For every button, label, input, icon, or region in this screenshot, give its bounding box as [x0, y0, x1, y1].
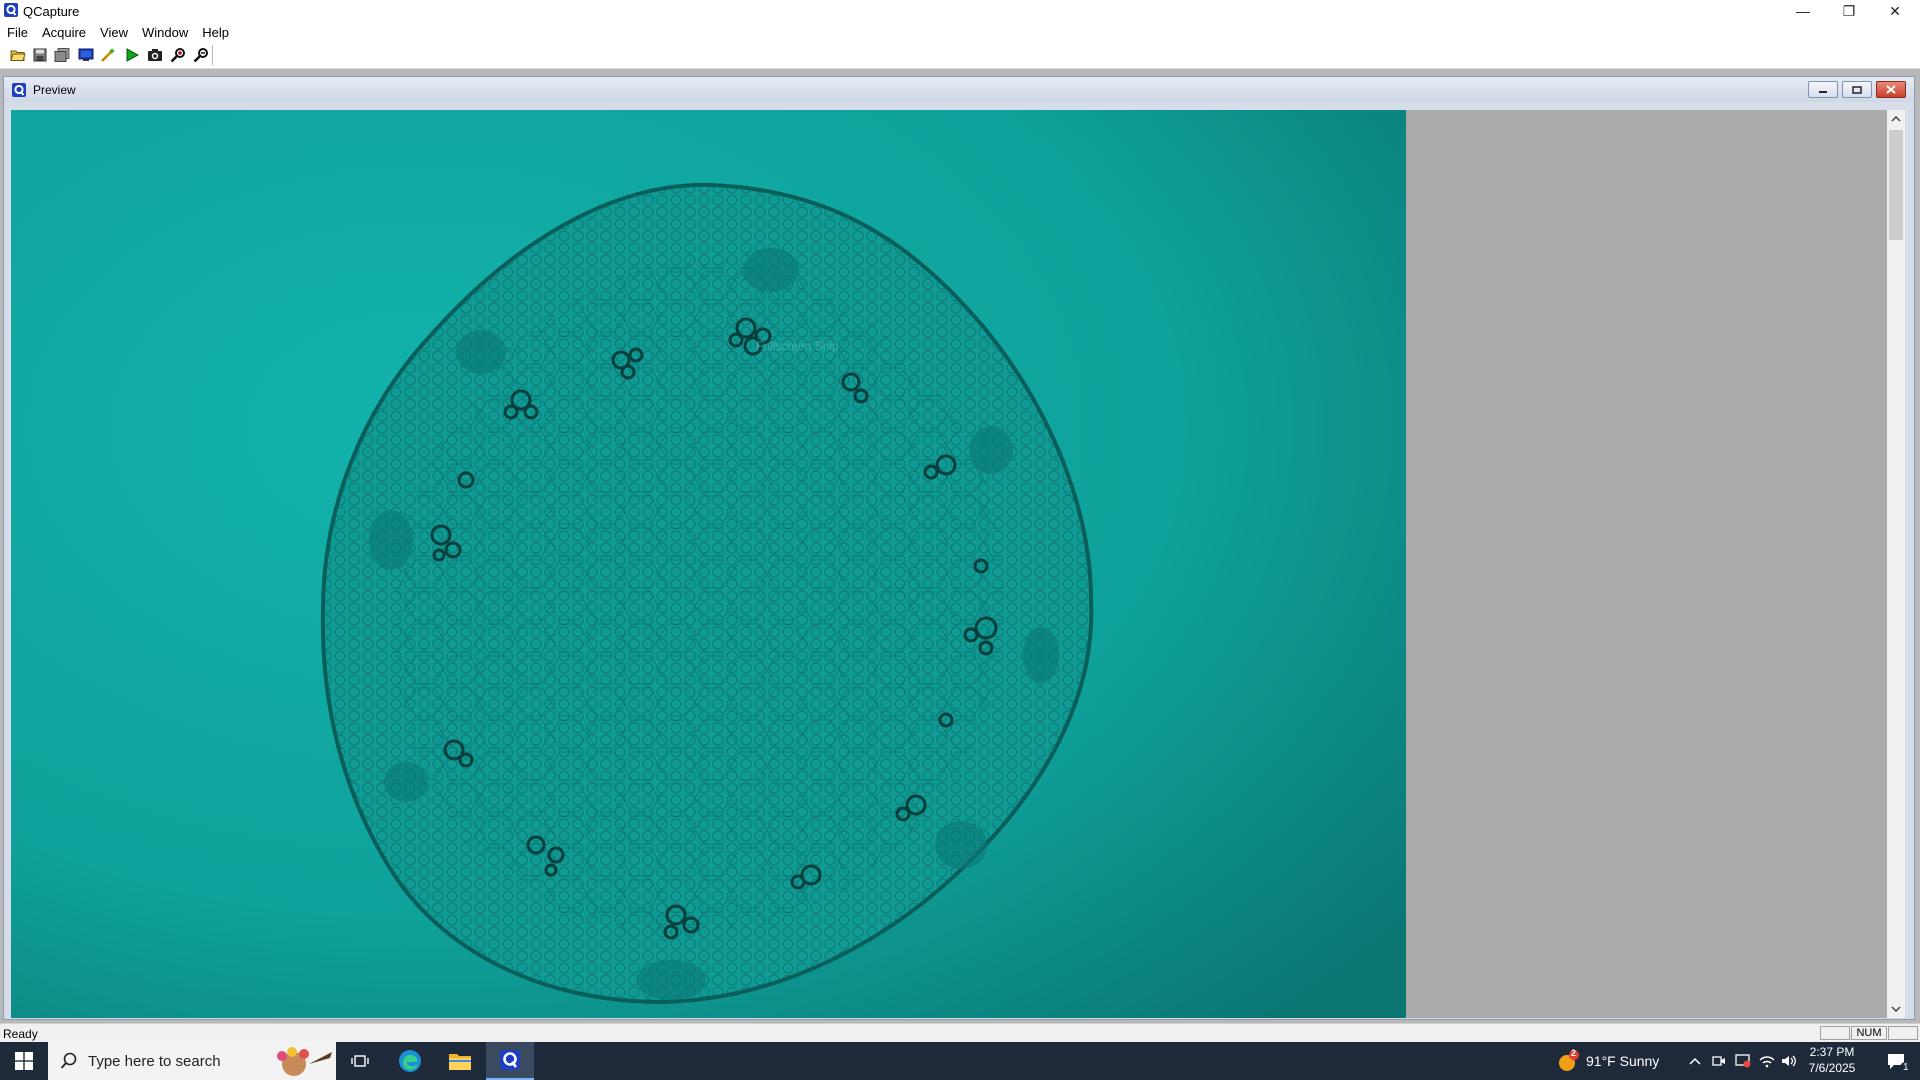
task-view-button[interactable]: [336, 1042, 384, 1080]
taskbar-file-explorer[interactable]: [436, 1042, 484, 1080]
task-view-icon: [351, 1055, 369, 1067]
open-folder-icon: [9, 50, 26, 61]
taskbar-clock[interactable]: 2:37 PM 7/6/2025: [1800, 1044, 1864, 1076]
open-button[interactable]: [8, 46, 27, 64]
preview-title: Preview: [33, 83, 76, 97]
wand-icon: [100, 48, 115, 62]
snapshot-button[interactable]: [145, 46, 164, 64]
windows-logo-icon: [15, 1052, 33, 1070]
search-highlight-art-icon: [264, 1044, 334, 1078]
close-button[interactable]: ✕: [1872, 0, 1918, 22]
menu-file[interactable]: File: [0, 22, 35, 42]
zoom-out-button[interactable]: [191, 46, 210, 64]
menu-acquire[interactable]: Acquire: [35, 22, 93, 42]
camera-icon: [147, 49, 162, 61]
menu-help[interactable]: Help: [195, 22, 236, 42]
save-all-button[interactable]: [52, 46, 71, 64]
preview-maximize-button[interactable]: [1842, 81, 1872, 98]
preview-canvas[interactable]: Fullscreen Snip: [11, 110, 1894, 1018]
wifi-icon: [1759, 1056, 1775, 1068]
search-placeholder: Type here to search: [88, 1053, 221, 1070]
scroll-thumb[interactable]: [1889, 130, 1903, 240]
chevron-up-icon: [1891, 116, 1901, 122]
taskbar-search-box[interactable]: Type here to search: [48, 1042, 336, 1080]
tray-volume[interactable]: [1778, 1042, 1800, 1080]
title-bar: QCapture — ❐ ✕: [0, 0, 1920, 22]
auto-expose-button[interactable]: [98, 46, 117, 64]
taskbar-edge[interactable]: [386, 1042, 434, 1080]
weather-widget[interactable]: 2 91°F Sunny: [1556, 1042, 1659, 1080]
zoom-in-button[interactable]: [168, 46, 187, 64]
minimize-icon: [1819, 90, 1827, 93]
save-button[interactable]: [30, 46, 49, 64]
display-button[interactable]: [76, 46, 95, 64]
speaker-icon: [1782, 1055, 1796, 1067]
zoom-in-icon: [170, 48, 185, 63]
status-pane-1: [1820, 1026, 1850, 1040]
qcapture-doc-icon: [12, 83, 26, 97]
save-multiple-icon: [54, 48, 69, 62]
preview-close-button[interactable]: [1876, 81, 1906, 98]
menu-view[interactable]: View: [93, 22, 135, 42]
microscope-image: Fullscreen Snip: [11, 110, 1406, 1018]
preview-minimize-button[interactable]: [1808, 81, 1838, 98]
toolbar: [0, 42, 1920, 69]
status-bar: Ready NUM: [0, 1023, 1920, 1043]
sun-icon: [1559, 1050, 1579, 1071]
fullscreen-snip-overlay: Fullscreen Snip: [756, 339, 839, 353]
tray-network[interactable]: [1756, 1042, 1778, 1080]
camera-tray-icon: [1712, 1056, 1725, 1066]
start-button[interactable]: [0, 1042, 48, 1080]
edge-browser-icon: [399, 1050, 421, 1072]
play-icon: [126, 48, 139, 62]
chevron-down-icon: [1891, 1006, 1901, 1012]
restore-button[interactable]: ❐: [1826, 0, 1872, 22]
shield-alert-icon: [1735, 1054, 1751, 1068]
live-preview-button[interactable]: [122, 46, 141, 64]
tray-overflow-button[interactable]: [1684, 1042, 1706, 1080]
scroll-down-arrow[interactable]: [1887, 1000, 1905, 1018]
minimize-button[interactable]: —: [1780, 0, 1826, 22]
taskbar: Type here to search 2 91°F Sunny 2:37 PM…: [0, 1042, 1920, 1080]
preview-window: Preview Fullscreen Snip: [3, 76, 1915, 1020]
folder-icon: [449, 1054, 471, 1070]
monitor-icon: [78, 48, 93, 61]
preview-title-bar[interactable]: Preview: [4, 77, 1914, 102]
chevron-up-icon: [1689, 1057, 1701, 1065]
status-pane-num: NUM: [1851, 1026, 1887, 1040]
menu-window[interactable]: Window: [135, 22, 195, 42]
vertical-scrollbar[interactable]: [1887, 110, 1905, 1018]
search-icon: [60, 1052, 77, 1069]
tray-meet-now[interactable]: [1708, 1042, 1730, 1080]
toolbar-separator: [212, 45, 213, 65]
window-title: QCapture: [23, 4, 80, 19]
weather-text: 91°F Sunny: [1586, 1053, 1660, 1069]
close-icon: [1886, 85, 1896, 94]
scroll-up-arrow[interactable]: [1887, 110, 1905, 128]
clock-date: 7/6/2025: [1808, 1061, 1856, 1075]
zoom-out-icon: [193, 48, 208, 63]
status-text: Ready: [3, 1027, 38, 1041]
menu-bar: File Acquire View Window Help: [0, 22, 1920, 42]
weather-badge: 2: [1571, 1048, 1577, 1058]
save-icon: [33, 48, 46, 62]
taskbar-qcapture[interactable]: [486, 1042, 534, 1080]
mdi-client-area: Preview Fullscreen Snip: [0, 69, 1920, 1023]
notification-count: 1: [1900, 1062, 1912, 1073]
qcapture-taskbar-icon: [500, 1050, 520, 1070]
clock-time: 2:37 PM: [1809, 1045, 1855, 1059]
tray-security[interactable]: [1732, 1042, 1754, 1080]
status-pane-3: [1888, 1026, 1918, 1040]
qcapture-app-icon: [4, 3, 18, 17]
maximize-icon: [1852, 85, 1862, 94]
notification-center-button[interactable]: 1: [1876, 1042, 1916, 1080]
